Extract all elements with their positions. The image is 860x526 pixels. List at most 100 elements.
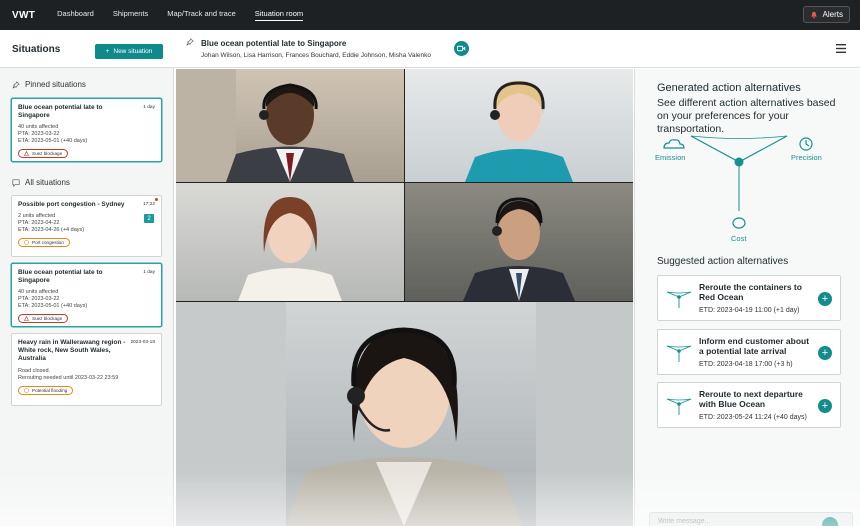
alerts-label: Alerts (822, 10, 843, 19)
new-situation-label: New situation (113, 48, 153, 55)
top-nav-bar: VWT Dashboard Shipments Map/Track and tr… (0, 0, 860, 30)
card-line: ETA: 2023-05-01 (+40 days) (18, 303, 88, 309)
panel-title: Generated action alternatives (657, 82, 801, 94)
participant-video-tile[interactable] (405, 69, 633, 182)
all-label-text: All situations (25, 178, 70, 187)
card-line: ETA: 2023-04-26 (+4 days) (18, 227, 85, 233)
route-triangle-icon (666, 291, 692, 308)
pinned-section-label: Pinned situations (12, 80, 86, 89)
situation-card[interactable]: Possible port congestion - Sydney 17:22 … (11, 195, 162, 257)
situation-card[interactable]: Heavy rain in Wallerawang region - White… (11, 333, 162, 406)
alternative-title: Reroute the containers to Red Ocean (699, 282, 802, 302)
card-date: 1 day (143, 270, 155, 275)
card-date: 2023-03-18 (130, 340, 155, 345)
alert-circle-icon (24, 240, 29, 245)
preference-triangle-chart (663, 135, 813, 229)
unread-dot (155, 198, 158, 201)
video-camera-icon (457, 45, 466, 52)
participant-video-tile-active[interactable] (176, 302, 633, 526)
card-line: PTA: 2023-04-22 (18, 220, 60, 226)
radar-label-precision: Precision (791, 153, 822, 162)
participant-video-tile[interactable] (405, 183, 633, 301)
route-triangle-icon (666, 398, 692, 415)
add-alternative-button[interactable]: + (818, 399, 832, 413)
alerts-button[interactable]: Alerts (802, 6, 850, 23)
warning-icon (24, 151, 29, 156)
nav-dashboard[interactable]: Dashboard (57, 9, 94, 21)
nav-shipments[interactable]: Shipments (113, 9, 148, 21)
participant-avatar (463, 197, 575, 301)
radar-label-emission: Emission (655, 153, 686, 162)
alternative-title: Inform end customer about a potential la… (699, 336, 810, 356)
card-line: 2 units affected (18, 213, 56, 219)
send-message-button[interactable] (822, 517, 838, 526)
add-alternative-button[interactable]: + (818, 346, 832, 360)
card-date: 17:22 (142, 202, 155, 207)
situation-card-pinned[interactable]: Blue ocean potential late to Singapore 1… (11, 98, 162, 162)
status-tag: Port congestion (18, 238, 70, 247)
card-title: Heavy rain in Wallerawang region - White… (18, 339, 126, 362)
tag-label: Port congestion (32, 240, 64, 245)
pinned-label-text: Pinned situations (25, 80, 86, 89)
card-line: PTA: 2023-03-22 (18, 296, 60, 302)
nav-situation-room[interactable]: Situation room (254, 9, 304, 21)
card-line: 40 units affected (18, 289, 59, 295)
status-tag: Suez blockage (18, 314, 69, 323)
alert-circle-icon (24, 388, 29, 393)
participant-video-tile[interactable] (176, 183, 404, 301)
route-triangle-icon (666, 345, 692, 362)
alternative-etd: ETD: 2023-04-19 11:00 (+1 day) (699, 307, 800, 314)
warning-icon (24, 316, 29, 321)
participants-list: Johan Wilson, Lisa Harrison, Frances Bou… (201, 52, 432, 59)
pin-icon (12, 80, 20, 88)
tag-label: Suez blockage (32, 151, 63, 156)
situation-card-selected[interactable]: Blue ocean potential late to Singapore 1… (11, 263, 162, 327)
sidebar-title: Situations (12, 44, 61, 55)
card-date: 1 day (143, 105, 155, 110)
card-title: Blue ocean potential late to Singapore (18, 269, 103, 284)
preference-radar[interactable]: Emission Precision Cost (653, 131, 843, 246)
conversation-title: Blue ocean potential late to Singapore (201, 39, 347, 48)
participant-avatar (238, 197, 342, 301)
video-call-button[interactable] (454, 41, 469, 56)
plus-icon: + (105, 48, 110, 55)
hamburger-menu-icon[interactable] (836, 44, 846, 53)
card-line: Rerouting needed until 2023-03-22 23:59 (18, 375, 119, 381)
sidebar-header: Situations + New situation (0, 30, 174, 68)
tag-label: Suez blockage (32, 316, 63, 321)
message-count-badge: 2 (144, 214, 154, 223)
participant-avatar (176, 69, 354, 182)
pin-icon[interactable] (186, 38, 194, 46)
radar-label-cost: Cost (731, 234, 747, 243)
cloud-icon (663, 139, 685, 149)
alternative-title: Reroute to next departure with Blue Ocea… (699, 389, 803, 409)
all-section-label: All situations (12, 178, 70, 187)
main-nav: Dashboard Shipments Map/Track and trace … (57, 9, 322, 21)
nav-map-track[interactable]: Map/Track and trace (167, 9, 236, 21)
status-tag: Suez blockage (18, 149, 69, 158)
card-line: ETA: 2023-05-01 (+40 days) (18, 138, 88, 144)
action-alternative-card[interactable]: Inform end customer about a potential la… (657, 329, 841, 375)
participant-avatar (465, 80, 573, 182)
suggested-alternatives-title: Suggested action alternatives (657, 256, 789, 267)
card-title: Blue ocean potential late to Singapore (18, 104, 103, 119)
tag-label: Potential flooding (32, 388, 68, 393)
bell-icon (810, 11, 817, 18)
add-alternative-button[interactable]: + (818, 292, 832, 306)
card-line: Road closed. (18, 368, 51, 374)
card-title: Possible port congestion - Sydney (18, 201, 125, 208)
card-line: PTA: 2023-03-22 (18, 131, 60, 137)
chat-bubble-icon (12, 178, 20, 187)
alternative-etd: ETD: 2023-05-24 11:24 (+40 days) (699, 414, 807, 421)
status-tag: Potential flooding (18, 386, 74, 395)
conversation-header: Blue ocean potential late to Singapore J… (175, 30, 860, 68)
situations-sidebar: Situations + New situation Pinned situat… (0, 30, 174, 526)
app-logo[interactable]: VWT (12, 10, 35, 21)
participant-video-tile[interactable] (176, 69, 404, 182)
action-alternative-card[interactable]: Reroute the containers to Red Ocean ETD:… (657, 275, 841, 321)
action-alternative-card[interactable]: Reroute to next departure with Blue Ocea… (657, 382, 841, 428)
new-situation-button[interactable]: + New situation (95, 44, 163, 59)
action-alternatives-panel: Generated action alternatives See differ… (634, 69, 860, 526)
alternative-etd: ETD: 2023-04-18 17:00 (+3 h) (699, 361, 793, 368)
video-call-grid (176, 69, 633, 526)
